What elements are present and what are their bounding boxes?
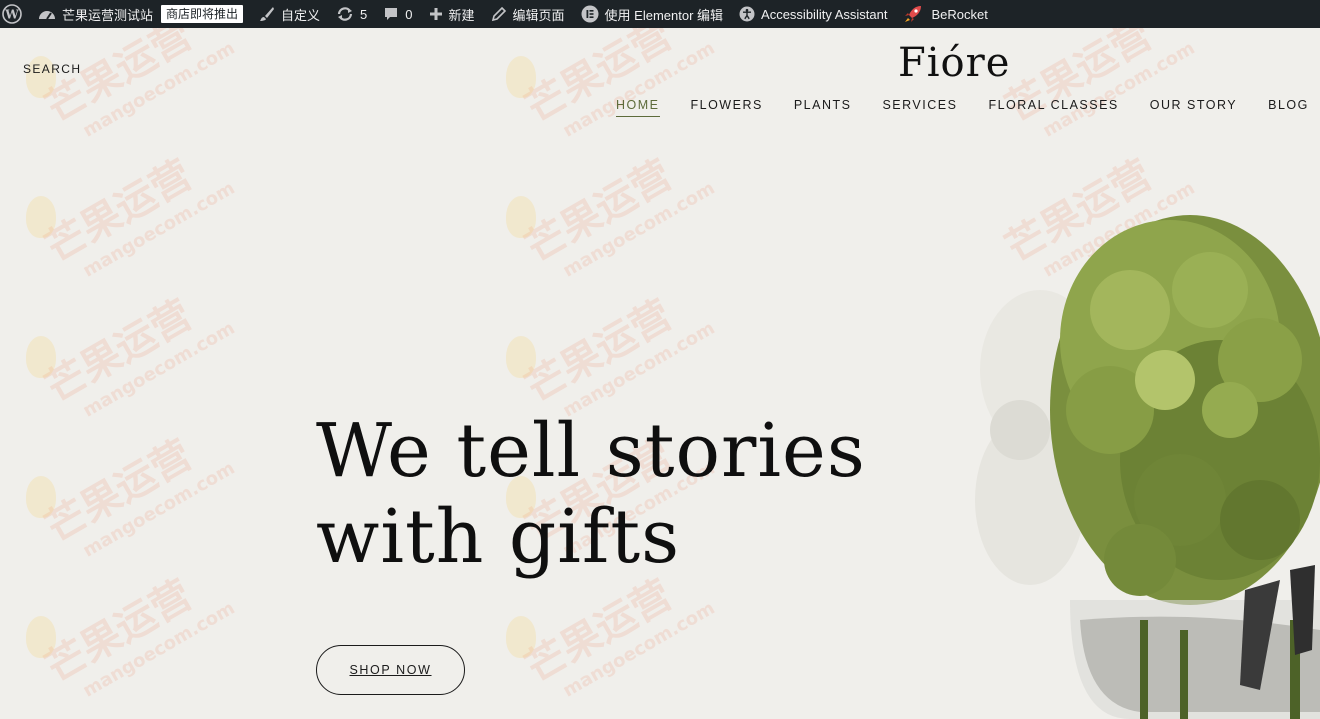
watermark: 芒果运营 mangoecom.com — [518, 151, 719, 282]
search-link[interactable]: SEARCH — [23, 62, 81, 76]
badge-label: 商店即将推出 — [161, 5, 244, 23]
nav-item-floral-classes[interactable]: FLORAL CLASSES — [988, 98, 1118, 117]
nav-item-services[interactable]: SERVICES — [882, 98, 957, 117]
edit-page-label: 编辑页面 — [512, 7, 565, 23]
watermark-fruit — [26, 336, 56, 378]
dashboard-icon — [39, 11, 55, 20]
watermark: 芒果运营 mangoecom.com — [38, 151, 239, 282]
wp-logo-button[interactable]: W — [0, 0, 30, 28]
nav-item-flowers[interactable]: FLOWERS — [691, 98, 763, 117]
pencil-icon — [491, 6, 506, 22]
watermark-fruit — [506, 196, 536, 238]
comments-button[interactable]: 0 — [375, 0, 420, 28]
wordpress-icon: W — [2, 4, 22, 24]
berocket-label: BeRocket — [931, 6, 988, 22]
elementor-edit-button[interactable]: 使用 Elementor 编辑 — [573, 0, 731, 28]
watermark: 芒果运营 mangoecom.com — [38, 571, 239, 702]
hero-title-line-1: We tell stories — [316, 408, 866, 494]
site-name-label: 芒果运营测试站 — [62, 7, 154, 23]
elementor-label: 使用 Elementor 编辑 — [604, 7, 724, 23]
nav-item-blog[interactable]: BLOG — [1268, 98, 1309, 117]
plus-icon — [429, 8, 442, 20]
new-label: 新建 — [448, 7, 475, 23]
wp-admin-bar: W 芒果运营测试站 商店即将推出 自定义 5 0 新建 编辑页面 使用 Elem… — [0, 0, 1320, 28]
comments-count: 0 — [405, 6, 413, 22]
updates-button[interactable]: 5 — [328, 0, 375, 28]
elementor-icon — [581, 5, 599, 23]
site-logo[interactable]: Fióre — [898, 40, 1010, 86]
customize-button[interactable]: 自定义 — [251, 0, 328, 28]
accessibility-icon — [739, 6, 755, 22]
accessibility-assistant-button[interactable]: Accessibility Assistant — [731, 0, 895, 28]
hydrangea-bouquet-image — [975, 215, 1320, 719]
site-name-menu[interactable]: 芒果运营测试站 — [30, 0, 161, 28]
updates-count: 5 — [360, 6, 368, 22]
rocket-icon — [905, 6, 922, 22]
nav-item-our-story[interactable]: OUR STORY — [1150, 98, 1237, 117]
accessibility-label: Accessibility Assistant — [761, 6, 888, 22]
watermark-fruit — [26, 476, 56, 518]
watermark: 芒果运营 mangoecom.com — [38, 291, 239, 422]
watermark: 芒果运营 mangoecom.com — [38, 431, 239, 562]
paintbrush-icon — [260, 7, 275, 21]
comment-icon — [385, 8, 398, 20]
watermark: 芒果运营 mangoecom.com — [518, 291, 719, 422]
watermark-fruit — [506, 616, 536, 658]
shop-now-button[interactable]: SHOP NOW — [316, 645, 465, 695]
watermark-fruit — [506, 336, 536, 378]
customize-label: 自定义 — [281, 7, 321, 23]
updates-icon — [337, 7, 353, 21]
watermark-fruit — [26, 616, 56, 658]
nav-item-home[interactable]: HOME — [616, 98, 660, 117]
main-navigation: HOME FLOWERS PLANTS SERVICES FLORAL CLAS… — [616, 98, 1309, 117]
svg-text:W: W — [4, 8, 19, 22]
watermark-fruit — [506, 56, 536, 98]
hero-title: We tell stories with gifts — [316, 408, 876, 580]
new-content-button[interactable]: 新建 — [421, 0, 483, 28]
nav-item-plants[interactable]: PLANTS — [794, 98, 852, 117]
store-coming-soon-badge[interactable]: 商店即将推出 — [161, 0, 251, 28]
hero-title-line-2: with gifts — [316, 494, 681, 580]
berocket-button[interactable]: BeRocket — [895, 0, 995, 28]
edit-page-button[interactable]: 编辑页面 — [483, 0, 573, 28]
watermark-fruit — [26, 196, 56, 238]
